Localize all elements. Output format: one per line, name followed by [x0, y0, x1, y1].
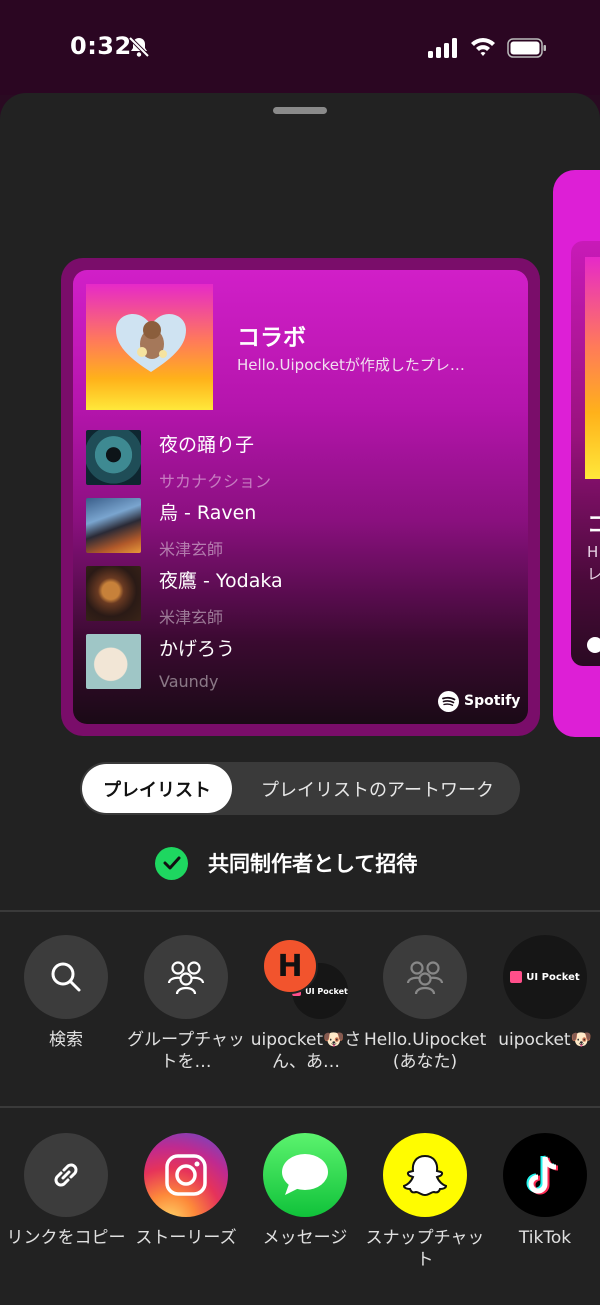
track-artist: 米津玄師 [159, 608, 224, 627]
snapchat-icon [383, 1133, 467, 1217]
peek-line-2: レ [587, 565, 600, 583]
link-icon [24, 1133, 108, 1217]
playlist-subtitle: Hello.Uipocketが作成したプレ… [237, 356, 465, 374]
peek-line-1: H [587, 543, 599, 561]
uipocket-badge-label: UI Pocket [305, 986, 348, 996]
invite-label: 共同制作者として招待 [208, 852, 418, 876]
share-sheet: コ H レ コラボ Hello.Uipocketが作成したプレ… 夜の踊り子 サ… [0, 93, 600, 1305]
status-time: 0:32 [70, 32, 132, 60]
track-title: 夜鷹 - Yodaka [159, 570, 283, 592]
playlist-card-inner: コラボ Hello.Uipocketが作成したプレ… 夜の踊り子 サカナクション… [73, 270, 528, 724]
share-label: uipocket🐶さん、あ… [250, 1030, 362, 1072]
track-artwork [86, 498, 141, 553]
group-icon [144, 935, 228, 1019]
playlist-cover-art [86, 284, 213, 410]
track-artwork [86, 430, 141, 485]
tiktok-icon [503, 1133, 587, 1217]
track-artwork [86, 634, 141, 689]
track-artist: サカナクション [159, 472, 272, 491]
share-label: グループチャットを… [127, 1030, 245, 1072]
track-artist: 米津玄師 [159, 540, 224, 559]
spotify-icon [438, 690, 459, 712]
divider [0, 910, 600, 912]
peek-subtitle: H レ [587, 541, 600, 585]
avatar-h: H [262, 938, 318, 994]
track-row: 夜鷹 - Yodaka 米津玄師 [86, 566, 506, 627]
share-label: メッセージ [262, 1228, 348, 1248]
instagram-icon [144, 1133, 228, 1217]
segment-playlist[interactable]: プレイリスト [82, 764, 232, 813]
peek-title: コ [587, 513, 600, 538]
next-card-peek[interactable]: コ H レ [553, 170, 600, 737]
search-icon [24, 935, 108, 1019]
share-label: TikTok [518, 1228, 572, 1248]
playlist-card[interactable]: コラボ Hello.Uipocketが作成したプレ… 夜の踊り子 サカナクション… [61, 258, 540, 736]
uipocket-avatar: UI Pocket [503, 935, 587, 1019]
segment-playlist-artwork[interactable]: プレイリストのアートワーク [240, 764, 515, 813]
peek-cover-art [585, 257, 600, 479]
artwork-segmented-control: プレイリスト プレイリストのアートワーク [80, 762, 520, 815]
track-title: 烏 - Raven [159, 502, 257, 524]
share-label: リンクをコピー [6, 1228, 126, 1248]
battery-icon [507, 38, 546, 58]
track-title: 夜の踊り子 [159, 434, 255, 456]
share-label: uipocket🐶 [498, 1030, 592, 1050]
playlist-title: コラボ [237, 325, 306, 351]
track-artwork [86, 566, 141, 621]
invite-collaborator-toggle[interactable]: 共同制作者として招待 [155, 846, 417, 880]
wifi-icon [471, 38, 495, 56]
check-circle-icon [155, 846, 188, 880]
divider [0, 1106, 600, 1108]
peek-card-inner: コ H レ [571, 241, 600, 666]
spotify-wordmark: Spotify [464, 693, 521, 709]
share-label: 検索 [49, 1030, 83, 1050]
track-artist: Vaundy [159, 672, 219, 691]
share-label: スナップチャット [365, 1228, 485, 1270]
signal-icon [428, 38, 457, 58]
sheet-grabber[interactable] [273, 107, 327, 114]
track-row: 烏 - Raven 米津玄師 [86, 498, 506, 559]
share-label: ストーリーズ [135, 1228, 237, 1248]
peek-spotify-icon [587, 637, 600, 653]
track-row: 夜の踊り子 サカナクション [86, 430, 506, 491]
bell-muted-icon [128, 36, 150, 58]
share-label: Hello.Uipocket (あなた) [364, 1030, 487, 1072]
group-icon [383, 935, 467, 1019]
track-row: かげろう Vaundy [86, 634, 506, 694]
track-title: かげろう [159, 638, 236, 660]
status-bar: 0:32 [0, 0, 600, 95]
spotify-logo: Spotify [438, 690, 520, 712]
messages-icon [263, 1133, 347, 1217]
heart-dog-image [116, 314, 186, 372]
uipocket-badge-label: UI Pocket [526, 971, 580, 983]
